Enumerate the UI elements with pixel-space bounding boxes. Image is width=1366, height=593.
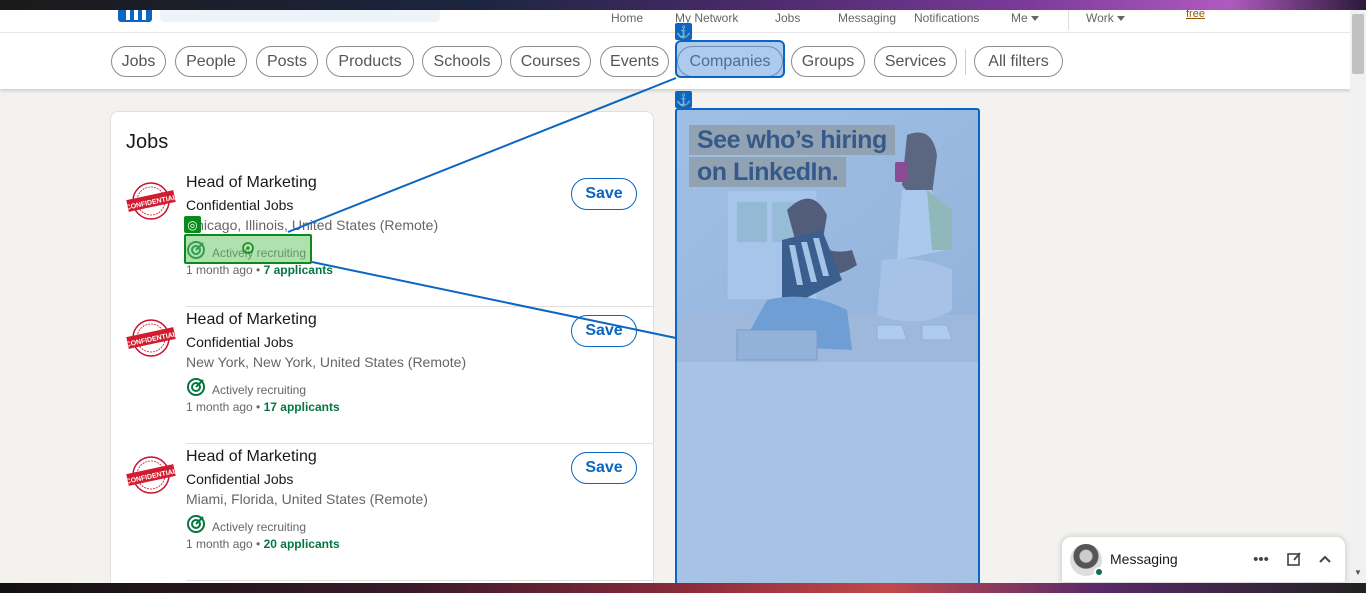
job-company: Confidential Jobs: [186, 197, 294, 213]
job-divider: [186, 580, 654, 581]
job-posted: 1 month ago: [186, 263, 253, 277]
scrollbar-thumb[interactable]: [1352, 14, 1364, 74]
nav-me[interactable]: Me: [1011, 11, 1039, 25]
job-location: Miami, Florida, United States (Remote): [186, 491, 428, 507]
chevron-up-icon[interactable]: [1314, 547, 1336, 571]
scroll-down-arrow[interactable]: ▼: [1352, 568, 1364, 578]
compose-icon[interactable]: [1283, 547, 1305, 571]
messaging-label[interactable]: Messaging: [1110, 551, 1178, 567]
anchor-icon: ⚓: [675, 91, 692, 108]
job-insight-text: Actively recruiting: [212, 520, 307, 534]
target-marker-icon: ◎: [184, 216, 201, 233]
job-posted: 1 month ago: [186, 537, 253, 551]
target-icon: [187, 515, 205, 533]
save-job-button[interactable]: Save: [571, 178, 637, 210]
bottom-window-strip: [0, 583, 1366, 593]
nav-notifications[interactable]: Notifications: [914, 11, 979, 25]
ad-highlight: [675, 108, 980, 593]
job-meta: 1 month ago • 7 applicants: [186, 263, 333, 277]
filter-schools[interactable]: Schools: [422, 46, 502, 77]
filter-divider: [965, 49, 966, 75]
job-location: New York, New York, United States (Remot…: [186, 354, 467, 370]
job-meta: 1 month ago • 17 applicants: [186, 400, 340, 414]
top-window-strip: [0, 0, 1366, 10]
page-scrollbar[interactable]: [1350, 10, 1366, 583]
company-logo[interactable]: CONFIDENTIAL: [126, 318, 176, 358]
company-logo[interactable]: CONFIDENTIAL: [126, 181, 176, 221]
filter-events[interactable]: Events: [600, 46, 669, 77]
filter-all-filters[interactable]: All filters: [974, 46, 1063, 77]
job-location: Chicago, Illinois, United States (Remote…: [186, 217, 439, 233]
filter-people[interactable]: People: [175, 46, 247, 77]
save-job-button[interactable]: Save: [571, 452, 637, 484]
premium-free-link[interactable]: free: [1186, 8, 1205, 20]
anchor-icon: ⚓: [675, 23, 692, 40]
nav-messaging[interactable]: Messaging: [838, 11, 896, 25]
companies-highlight: [675, 40, 785, 78]
job-company: Confidential Jobs: [186, 334, 294, 350]
save-job-button[interactable]: Save: [571, 315, 637, 347]
filter-products[interactable]: Products: [326, 46, 414, 77]
caret-down-icon: [1030, 16, 1039, 22]
job-meta: 1 month ago • 20 applicants: [186, 537, 340, 551]
job-company: Confidential Jobs: [186, 471, 294, 487]
more-icon[interactable]: •••: [1250, 547, 1272, 571]
jobs-section-title: Jobs: [126, 131, 169, 153]
nav-home[interactable]: Home: [611, 11, 643, 25]
filter-courses[interactable]: Courses: [510, 46, 591, 77]
search-input[interactable]: [160, 10, 440, 22]
filter-services[interactable]: Services: [874, 46, 957, 77]
job-card[interactable]: CONFIDENTIAL Head of Marketing Confident…: [110, 444, 654, 581]
online-status-dot: [1094, 567, 1104, 577]
job-insight: Actively recruiting: [186, 376, 306, 398]
filter-posts[interactable]: Posts: [256, 46, 318, 77]
nav-divider: [1068, 10, 1069, 30]
nav-jobs[interactable]: Jobs: [775, 11, 800, 25]
job-applicants: 20 applicants: [263, 537, 340, 551]
caret-down-icon: [1116, 16, 1125, 22]
nav-work-label: Work: [1086, 11, 1114, 25]
job-posted: 1 month ago: [186, 400, 253, 414]
filter-jobs[interactable]: Jobs: [111, 46, 166, 77]
job-insight-text: Actively recruiting: [212, 383, 307, 397]
job-applicants: 7 applicants: [263, 263, 333, 277]
company-logo[interactable]: CONFIDENTIAL: [126, 455, 176, 495]
job-applicants: 17 applicants: [263, 400, 340, 414]
job-insight: Actively recruiting: [186, 513, 306, 535]
insight-highlight: [184, 234, 312, 264]
job-card[interactable]: CONFIDENTIAL Head of Marketing Confident…: [110, 307, 654, 444]
job-title[interactable]: Head of Marketing: [186, 174, 317, 192]
target-icon: [187, 378, 205, 396]
linkedin-logo[interactable]: [118, 10, 152, 22]
nav-me-label: Me: [1011, 11, 1028, 25]
job-title[interactable]: Head of Marketing: [186, 448, 317, 466]
messaging-widget[interactable]: Messaging •••: [1061, 536, 1346, 583]
job-title[interactable]: Head of Marketing: [186, 311, 317, 329]
nav-work[interactable]: Work: [1086, 11, 1125, 25]
filter-groups[interactable]: Groups: [791, 46, 865, 77]
